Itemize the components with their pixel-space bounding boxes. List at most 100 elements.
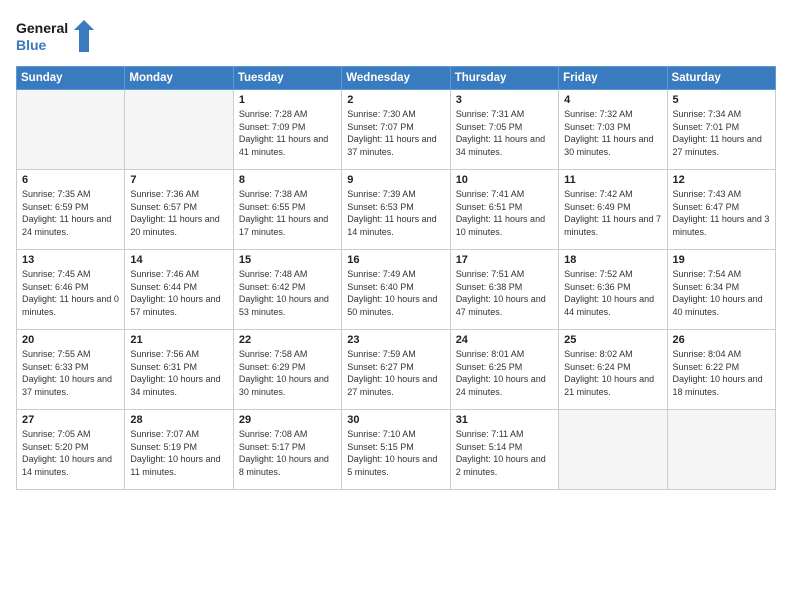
day-info: Sunrise: 8:04 AMSunset: 6:22 PMDaylight:… (673, 348, 770, 398)
day-number: 7 (130, 174, 227, 186)
calendar-cell: 30 Sunrise: 7:10 AMSunset: 5:15 PMDayligh… (342, 410, 450, 490)
day-number: 30 (347, 414, 444, 426)
day-info: Sunrise: 7:38 AMSunset: 6:55 PMDaylight:… (239, 188, 336, 238)
day-number: 19 (673, 254, 770, 266)
day-number: 18 (564, 254, 661, 266)
day-number: 28 (130, 414, 227, 426)
calendar-cell: 8 Sunrise: 7:38 AMSunset: 6:55 PMDaylight… (233, 170, 341, 250)
day-number: 14 (130, 254, 227, 266)
calendar-week-5: 27Sunrise: 7:05 AMSunset: 5:20 PMDayligh… (17, 410, 776, 490)
day-number: 2 (347, 94, 444, 106)
calendar-week-3: 13 Sunrise: 7:45 AMSunset: 6:46 PMDayligh… (17, 250, 776, 330)
day-info: Sunrise: 7:54 AMSunset: 6:34 PMDaylight:… (673, 268, 770, 318)
col-header-saturday: Saturday (667, 67, 775, 90)
day-number: 3 (456, 94, 553, 106)
calendar-cell: 3 Sunrise: 7:31 AMSunset: 7:05 PMDaylight… (450, 90, 558, 170)
calendar-cell (667, 410, 775, 490)
col-header-friday: Friday (559, 67, 667, 90)
day-number: 22 (239, 334, 336, 346)
day-info: Sunrise: 7:07 AMSunset: 5:19 PMDaylight:… (130, 428, 227, 478)
col-header-monday: Monday (125, 67, 233, 90)
day-number: 26 (673, 334, 770, 346)
day-info: Sunrise: 7:31 AMSunset: 7:05 PMDaylight:… (456, 108, 553, 158)
calendar-cell: 12 Sunrise: 7:43 AMSunset: 6:47 PMDayligh… (667, 170, 775, 250)
day-info: Sunrise: 7:49 AMSunset: 6:40 PMDaylight:… (347, 268, 444, 318)
day-number: 24 (456, 334, 553, 346)
calendar-cell: 19 Sunrise: 7:54 AMSunset: 6:34 PMDayligh… (667, 250, 775, 330)
calendar-cell: 5 Sunrise: 7:34 AMSunset: 7:01 PMDaylight… (667, 90, 775, 170)
calendar-header-row: SundayMondayTuesdayWednesdayThursdayFrid… (17, 67, 776, 90)
calendar-cell: 1 Sunrise: 7:28 AMSunset: 7:09 PMDaylight… (233, 90, 341, 170)
calendar-cell: 6 Sunrise: 7:35 AMSunset: 6:59 PMDaylight… (17, 170, 125, 250)
calendar-cell: 15 Sunrise: 7:48 AMSunset: 6:42 PMDayligh… (233, 250, 341, 330)
day-number: 6 (22, 174, 119, 186)
calendar-cell: 29 Sunrise: 7:08 AMSunset: 5:17 PMDayligh… (233, 410, 341, 490)
day-info: Sunrise: 7:41 AMSunset: 6:51 PMDaylight:… (456, 188, 553, 238)
day-number: 15 (239, 254, 336, 266)
day-info: Sunrise: 7:34 AMSunset: 7:01 PMDaylight:… (673, 108, 770, 158)
day-number: 5 (673, 94, 770, 106)
calendar-cell: 31Sunrise: 7:11 AMSunset: 5:14 PMDayligh… (450, 410, 558, 490)
calendar-cell: 27Sunrise: 7:05 AMSunset: 5:20 PMDayligh… (17, 410, 125, 490)
calendar-cell: 21Sunrise: 7:56 AMSunset: 6:31 PMDayligh… (125, 330, 233, 410)
day-info: Sunrise: 7:58 AMSunset: 6:29 PMDaylight:… (239, 348, 336, 398)
calendar-week-4: 20 Sunrise: 7:55 AMSunset: 6:33 PMDayligh… (17, 330, 776, 410)
calendar-table: SundayMondayTuesdayWednesdayThursdayFrid… (16, 66, 776, 490)
day-number: 25 (564, 334, 661, 346)
col-header-sunday: Sunday (17, 67, 125, 90)
logo-icon: General Blue (16, 16, 96, 56)
day-info: Sunrise: 7:10 AMSunset: 5:15 PMDaylight:… (347, 428, 444, 478)
day-number: 4 (564, 94, 661, 106)
col-header-tuesday: Tuesday (233, 67, 341, 90)
calendar-cell: 4 Sunrise: 7:32 AMSunset: 7:03 PMDaylight… (559, 90, 667, 170)
day-info: Sunrise: 7:42 AMSunset: 6:49 PMDaylight:… (564, 188, 661, 238)
calendar-cell: 26 Sunrise: 8:04 AMSunset: 6:22 PMDayligh… (667, 330, 775, 410)
calendar-cell: 18 Sunrise: 7:52 AMSunset: 6:36 PMDayligh… (559, 250, 667, 330)
day-number: 13 (22, 254, 119, 266)
calendar-cell: 9Sunrise: 7:39 AMSunset: 6:53 PMDaylight… (342, 170, 450, 250)
calendar-cell: 23Sunrise: 7:59 AMSunset: 6:27 PMDayligh… (342, 330, 450, 410)
day-info: Sunrise: 7:35 AMSunset: 6:59 PMDaylight:… (22, 188, 119, 238)
day-info: Sunrise: 7:45 AMSunset: 6:46 PMDaylight:… (22, 268, 119, 318)
day-number: 10 (456, 174, 553, 186)
day-info: Sunrise: 8:01 AMSunset: 6:25 PMDaylight:… (456, 348, 553, 398)
day-number: 12 (673, 174, 770, 186)
day-number: 8 (239, 174, 336, 186)
day-info: Sunrise: 7:30 AMSunset: 7:07 PMDaylight:… (347, 108, 444, 158)
logo: General Blue (16, 16, 96, 56)
day-number: 16 (347, 254, 444, 266)
day-info: Sunrise: 8:02 AMSunset: 6:24 PMDaylight:… (564, 348, 661, 398)
day-info: Sunrise: 7:05 AMSunset: 5:20 PMDaylight:… (22, 428, 119, 478)
svg-text:Blue: Blue (16, 37, 47, 53)
page-header: General Blue (16, 16, 776, 56)
calendar-cell: 13 Sunrise: 7:45 AMSunset: 6:46 PMDayligh… (17, 250, 125, 330)
day-info: Sunrise: 7:46 AMSunset: 6:44 PMDaylight:… (130, 268, 227, 318)
day-info: Sunrise: 7:43 AMSunset: 6:47 PMDaylight:… (673, 188, 770, 238)
day-number: 17 (456, 254, 553, 266)
col-header-wednesday: Wednesday (342, 67, 450, 90)
calendar-cell: 7Sunrise: 7:36 AMSunset: 6:57 PMDaylight… (125, 170, 233, 250)
day-info: Sunrise: 7:55 AMSunset: 6:33 PMDaylight:… (22, 348, 119, 398)
svg-text:General: General (16, 20, 68, 36)
day-info: Sunrise: 7:48 AMSunset: 6:42 PMDaylight:… (239, 268, 336, 318)
calendar-week-2: 6 Sunrise: 7:35 AMSunset: 6:59 PMDaylight… (17, 170, 776, 250)
calendar-cell: 11 Sunrise: 7:42 AMSunset: 6:49 PMDayligh… (559, 170, 667, 250)
day-number: 20 (22, 334, 119, 346)
calendar-cell (17, 90, 125, 170)
calendar-week-1: 1 Sunrise: 7:28 AMSunset: 7:09 PMDaylight… (17, 90, 776, 170)
calendar-cell: 24 Sunrise: 8:01 AMSunset: 6:25 PMDayligh… (450, 330, 558, 410)
day-info: Sunrise: 7:32 AMSunset: 7:03 PMDaylight:… (564, 108, 661, 158)
calendar-cell: 25 Sunrise: 8:02 AMSunset: 6:24 PMDayligh… (559, 330, 667, 410)
calendar-cell: 2 Sunrise: 7:30 AMSunset: 7:07 PMDaylight… (342, 90, 450, 170)
day-number: 1 (239, 94, 336, 106)
day-info: Sunrise: 7:08 AMSunset: 5:17 PMDaylight:… (239, 428, 336, 478)
calendar-cell: 17Sunrise: 7:51 AMSunset: 6:38 PMDayligh… (450, 250, 558, 330)
calendar-cell: 22 Sunrise: 7:58 AMSunset: 6:29 PMDayligh… (233, 330, 341, 410)
day-info: Sunrise: 7:52 AMSunset: 6:36 PMDaylight:… (564, 268, 661, 318)
day-number: 21 (130, 334, 227, 346)
day-number: 23 (347, 334, 444, 346)
day-info: Sunrise: 7:28 AMSunset: 7:09 PMDaylight:… (239, 108, 336, 158)
calendar-cell: 28 Sunrise: 7:07 AMSunset: 5:19 PMDayligh… (125, 410, 233, 490)
day-number: 11 (564, 174, 661, 186)
day-number: 29 (239, 414, 336, 426)
